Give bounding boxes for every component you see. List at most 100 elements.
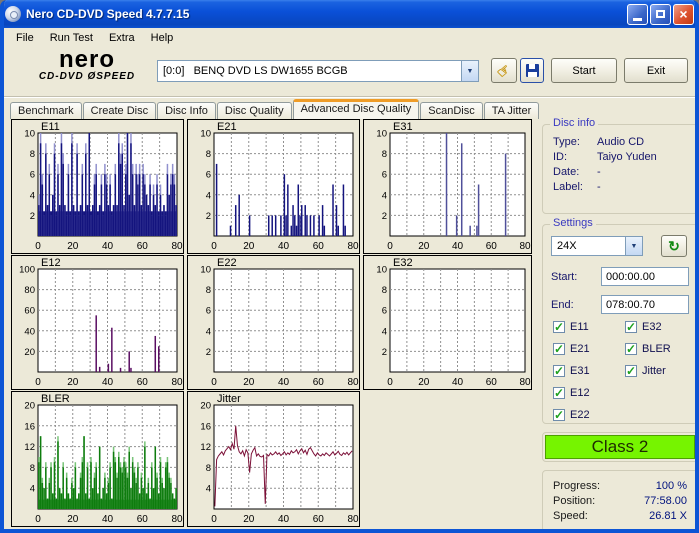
y-tick-label: 4	[206, 190, 211, 201]
checkbox-e22[interactable]: E22	[553, 409, 590, 421]
x-tick-label: 0	[387, 241, 393, 252]
cdspeed-logo-text: CD-DVD ØSPEED	[22, 71, 152, 82]
y-tick-label: 6	[382, 170, 387, 181]
y-tick-label: 10	[200, 129, 211, 140]
x-tick-label: 40	[278, 377, 290, 388]
title-bar: Nero CD-DVD Speed 4.7.7.15 ×	[0, 0, 699, 28]
x-tick-label: 80	[171, 377, 183, 388]
checkbox-e31[interactable]: E31	[553, 365, 590, 377]
y-tick-label: 6	[30, 170, 35, 181]
chart-title: E31	[393, 121, 413, 133]
check-icon	[625, 365, 637, 377]
chart-cell-e22: 246810020406080E22	[187, 255, 360, 390]
right-panel: Disc info Type: Audio CD ID: Taiyo Yuden…	[542, 124, 698, 532]
check-icon	[553, 321, 565, 333]
exit-button[interactable]: Exit	[624, 58, 688, 83]
y-tick-label: 4	[382, 190, 387, 201]
y-tick-label: 8	[206, 463, 211, 474]
menu-bar: File Run Test Extra Help	[4, 28, 695, 47]
x-tick-label: 20	[67, 377, 79, 388]
y-tick-label: 4	[206, 326, 211, 337]
tab-disc-info[interactable]: Disc Info	[157, 102, 216, 119]
checkbox-bler[interactable]: BLER	[625, 343, 671, 355]
chevron-down-icon[interactable]: ▼	[625, 237, 642, 255]
y-tick-label: 16	[200, 421, 211, 432]
x-tick-label: 40	[452, 377, 464, 388]
chart-title: E22	[217, 257, 237, 269]
tab-benchmark[interactable]: Benchmark	[10, 102, 82, 119]
menu-run-test[interactable]: Run Test	[42, 30, 101, 46]
minimize-button[interactable]	[627, 4, 648, 25]
x-tick-label: 40	[278, 514, 290, 525]
close-button[interactable]: ×	[673, 4, 694, 25]
y-tick-label: 8	[206, 285, 211, 296]
x-tick-label: 0	[211, 514, 217, 525]
start-button[interactable]: Start	[551, 58, 617, 83]
menu-file[interactable]: File	[8, 30, 42, 46]
tab-scandisc[interactable]: ScanDisc	[420, 102, 482, 119]
chart-svg-Jitter: 48121620020406080Jitter	[188, 392, 359, 526]
tab-advanced-disc-quality[interactable]: Advanced Disc Quality	[293, 99, 420, 119]
checkbox-e11[interactable]: E11	[553, 321, 589, 333]
chart-svg-E12: 20406080100020406080E12	[12, 256, 183, 389]
disc-date-value: -	[597, 166, 601, 178]
checkbox-e32[interactable]: E32	[625, 321, 662, 333]
x-tick-label: 60	[313, 377, 325, 388]
chart-svg-E32: 246810020406080E32	[364, 256, 531, 389]
drive-selector[interactable]: [0:0] BENQ DVD LS DW1655 BCGB ▼	[157, 60, 479, 82]
chart-svg-E11: 246810020406080E11	[12, 120, 183, 253]
disc-info-row-type: Type: Audio CD	[543, 133, 697, 148]
x-tick-label: 80	[171, 241, 183, 252]
x-tick-label: 60	[137, 514, 149, 525]
chart-title: E21	[217, 121, 237, 133]
chart-cell-jitter: 48121620020406080Jitter	[187, 391, 360, 527]
speed-selector[interactable]: 24X ▼	[551, 236, 643, 256]
disc-info-row-date: Date: -	[543, 163, 697, 178]
x-tick-label: 20	[243, 514, 255, 525]
refresh-button[interactable]: ↻	[661, 235, 687, 257]
save-button[interactable]	[520, 58, 544, 83]
x-tick-label: 20	[418, 377, 430, 388]
menu-help[interactable]: Help	[143, 30, 182, 46]
settings-title: Settings	[550, 217, 596, 229]
disc-id-value: Taiyo Yuden	[597, 151, 657, 163]
tab-create-disc[interactable]: Create Disc	[83, 102, 156, 119]
tab-disc-quality[interactable]: Disc Quality	[217, 102, 292, 119]
tab-ta-jitter[interactable]: TA Jitter	[484, 102, 540, 119]
menu-extra[interactable]: Extra	[101, 30, 143, 46]
close-icon: ×	[679, 7, 687, 21]
select-test-button[interactable]: ☞	[491, 58, 517, 83]
checkbox-e21[interactable]: E21	[553, 343, 590, 355]
maximize-button[interactable]	[650, 4, 671, 25]
tab-strip: Benchmark Create Disc Disc Info Disc Qua…	[10, 99, 540, 119]
y-tick-label: 4	[206, 484, 211, 495]
x-tick-label: 0	[387, 377, 393, 388]
chevron-down-icon[interactable]: ▼	[461, 61, 478, 81]
y-tick-label: 4	[30, 190, 35, 201]
y-tick-label: 100	[19, 265, 35, 276]
y-tick-label: 10	[200, 265, 211, 276]
y-tick-label: 2	[206, 211, 211, 222]
y-tick-label: 80	[24, 285, 35, 296]
y-tick-label: 4	[382, 326, 387, 337]
y-tick-label: 2	[206, 347, 211, 358]
chart-svg-E21: 246810020406080E21	[188, 120, 359, 253]
disc-info-group: Disc info Type: Audio CD ID: Taiyo Yuden…	[542, 124, 698, 214]
checkbox-e12[interactable]: E12	[553, 387, 590, 399]
y-tick-label: 20	[24, 401, 35, 412]
chart-cell-e12: 20406080100020406080E12	[11, 255, 184, 390]
checkbox-jitter[interactable]: Jitter	[625, 365, 666, 377]
x-tick-label: 80	[171, 514, 183, 525]
end-input[interactable]	[601, 295, 689, 314]
x-tick-label: 60	[137, 241, 149, 252]
chart-cell-bler: 48121620020406080BLER	[11, 391, 184, 527]
start-input[interactable]	[601, 267, 689, 286]
status-group: Progress: 100 % Position: 77:58.00 Speed…	[542, 470, 698, 532]
y-tick-label: 8	[382, 285, 387, 296]
x-tick-label: 60	[486, 377, 498, 388]
x-tick-label: 0	[35, 241, 41, 252]
x-tick-label: 40	[102, 241, 114, 252]
y-tick-label: 10	[24, 129, 35, 140]
y-tick-label: 8	[30, 149, 35, 160]
start-field-row: Start:	[551, 267, 689, 286]
